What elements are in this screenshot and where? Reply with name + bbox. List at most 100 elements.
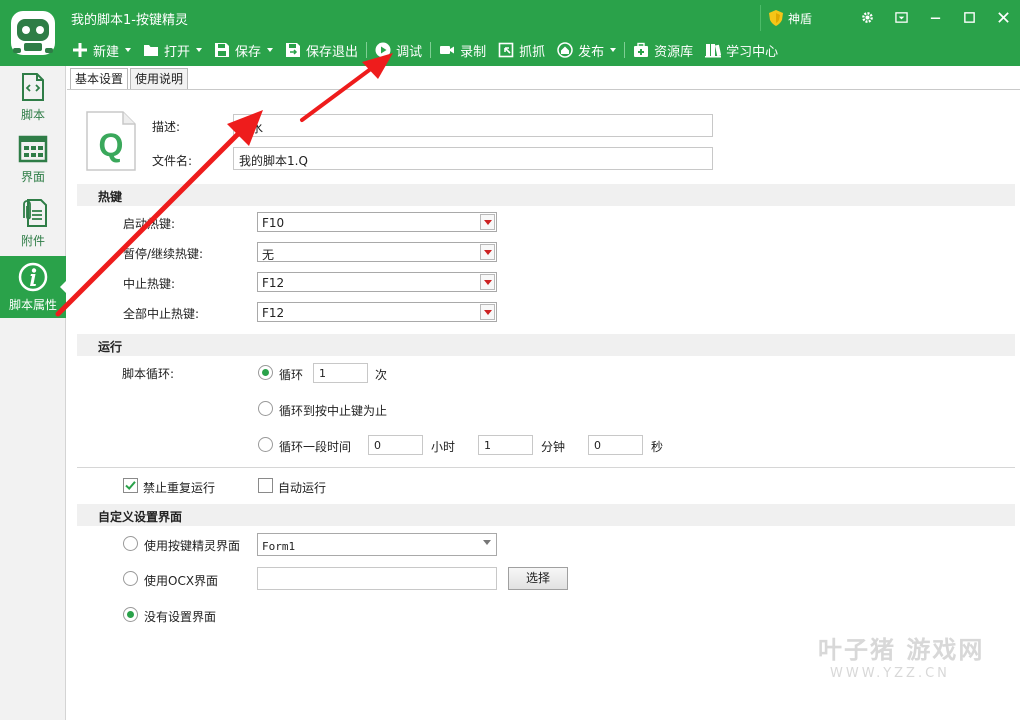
grab-button[interactable]: 抓抓: [492, 39, 551, 61]
no-repeat-label: 禁止重复运行: [143, 481, 216, 495]
no-ui-radio[interactable]: [123, 607, 138, 622]
ocx-path-input[interactable]: [257, 567, 497, 590]
window-title: 我的脚本1-按键精灵: [71, 13, 188, 28]
sidebar: 脚本 界面 附件 脚本属性: [0, 66, 67, 720]
auto-run-checkbox[interactable]: [258, 478, 273, 493]
skin-button[interactable]: [884, 0, 918, 34]
run-section-header: 运行: [77, 334, 1015, 356]
sidebar-item-label: 界面: [20, 169, 45, 184]
sidebar-item-script[interactable]: 脚本: [0, 66, 66, 128]
chevron-down-icon[interactable]: [267, 48, 274, 52]
divider: [77, 467, 1015, 468]
loop-until-stop-label: 循环到按中止键为止: [279, 404, 388, 418]
save-button[interactable]: 保存: [208, 39, 279, 61]
select-value: 无: [262, 248, 275, 262]
watermark-url: WWW.YZZ.CN: [830, 666, 950, 681]
toolbar: 新建 打开 保存 保存退出 调试 录制 抓抓 发布 资源库 学习中心: [66, 38, 784, 62]
grid-icon: [18, 135, 48, 162]
dropdown-box-icon: [894, 11, 908, 23]
new-label: 新建: [93, 44, 120, 60]
toolbar-divider: [366, 42, 368, 58]
minutes-input[interactable]: 1: [478, 435, 533, 455]
maximize-button[interactable]: [952, 0, 986, 34]
filename-input[interactable]: 我的脚本1.Q: [233, 147, 713, 170]
new-button[interactable]: 新建: [66, 39, 137, 61]
use-ocx-label: 使用OCX界面: [144, 574, 219, 588]
publish-button[interactable]: 发布: [551, 39, 622, 61]
close-button[interactable]: [986, 0, 1020, 34]
resource-label: 资源库: [654, 44, 694, 60]
loop-duration-radio[interactable]: [258, 437, 273, 452]
debug-button[interactable]: 调试: [369, 39, 428, 61]
dropdown-arrow-icon[interactable]: [480, 214, 495, 230]
resource-button[interactable]: 资源库: [627, 39, 699, 61]
loop-duration-label: 循环一段时间: [279, 440, 352, 454]
stop-all-hotkey-select[interactable]: F12: [257, 302, 497, 322]
dropdown-arrow-icon[interactable]: [480, 304, 495, 320]
watermark-title: 叶子猪 游戏网: [818, 636, 985, 664]
tab-bar: 基本设置 使用说明: [70, 68, 190, 90]
save-label: 保存: [235, 44, 262, 60]
folder-icon: [144, 45, 159, 56]
use-form-radio[interactable]: [123, 536, 138, 551]
properties-panel: 基本设置 使用说明 Q 描述: 传水 文件名: 我的脚本1.Q 热键 启动热键:…: [67, 66, 1020, 720]
dropdown-arrow-icon[interactable]: [480, 274, 495, 290]
choose-button[interactable]: 选择: [508, 567, 568, 590]
use-ocx-radio[interactable]: [123, 571, 138, 586]
info-icon: [18, 262, 48, 291]
tab-basic-settings[interactable]: 基本设置: [70, 68, 129, 90]
save-exit-button[interactable]: 保存退出: [279, 39, 364, 61]
loop-until-stop-radio[interactable]: [258, 401, 273, 416]
plus-icon: [73, 43, 87, 57]
record-label: 录制: [460, 44, 487, 60]
minimize-button[interactable]: [918, 0, 952, 34]
window-controls: [850, 0, 1020, 34]
sidebar-item-ui[interactable]: 界面: [0, 128, 66, 190]
checkmark-icon: [125, 481, 136, 490]
seconds-input[interactable]: 0: [588, 435, 643, 455]
loop-label: 脚本循环:: [122, 367, 175, 381]
floppy-disk-icon: [215, 43, 230, 57]
loop-count-input[interactable]: 1: [313, 363, 368, 383]
pause-hotkey-select[interactable]: 无: [257, 242, 497, 262]
save-exit-icon: [286, 43, 301, 57]
open-label: 打开: [164, 44, 191, 60]
chevron-down-icon[interactable]: [196, 48, 203, 52]
filename-label: 文件名:: [152, 154, 193, 168]
select-value: F10: [262, 216, 285, 230]
sidebar-item-label: 脚本属性: [8, 297, 57, 312]
chevron-down-icon[interactable]: [610, 48, 617, 52]
hours-input[interactable]: 0: [368, 435, 423, 455]
svg-text:Q: Q: [99, 127, 124, 163]
stop-hotkey-select[interactable]: F12: [257, 272, 497, 292]
start-hotkey-select[interactable]: F10: [257, 212, 497, 232]
dropdown-arrow-icon[interactable]: [480, 244, 495, 260]
learn-label: 学习中心: [726, 44, 779, 60]
open-button[interactable]: 打开: [137, 39, 208, 61]
script-file-icon: Q: [86, 111, 136, 171]
sidebar-item-attachment[interactable]: 附件: [0, 192, 66, 254]
watermark: 叶子猪 游戏网 WWW.YZZ.CN: [818, 630, 984, 681]
loop-count-radio[interactable]: [258, 365, 273, 380]
shendun-button[interactable]: 神盾: [760, 5, 812, 31]
sidebar-item-label: 附件: [20, 233, 45, 248]
app-logo-icon[interactable]: [8, 8, 58, 58]
form-select[interactable]: Form1: [257, 533, 497, 556]
auto-run-label: 自动运行: [278, 481, 327, 495]
gear-icon: [861, 11, 873, 23]
no-repeat-checkbox[interactable]: [123, 478, 138, 493]
settings-button[interactable]: [850, 0, 884, 34]
shendun-label: 神盾: [788, 11, 813, 26]
save-exit-label: 保存退出: [306, 44, 359, 60]
chevron-down-icon[interactable]: [125, 48, 132, 52]
use-form-label: 使用按键精灵界面: [144, 539, 241, 553]
stop-hotkey-label: 中止热键:: [123, 277, 176, 291]
sidebar-item-script-properties[interactable]: 脚本属性: [0, 256, 67, 318]
description-label: 描述:: [152, 120, 181, 134]
learn-button[interactable]: 学习中心: [699, 39, 784, 61]
description-input[interactable]: 传水: [233, 114, 713, 137]
chevron-down-icon[interactable]: [480, 535, 495, 551]
record-button[interactable]: 录制: [433, 39, 492, 61]
no-ui-label: 没有设置界面: [144, 610, 217, 624]
tab-usage-notes[interactable]: 使用说明: [130, 68, 189, 90]
